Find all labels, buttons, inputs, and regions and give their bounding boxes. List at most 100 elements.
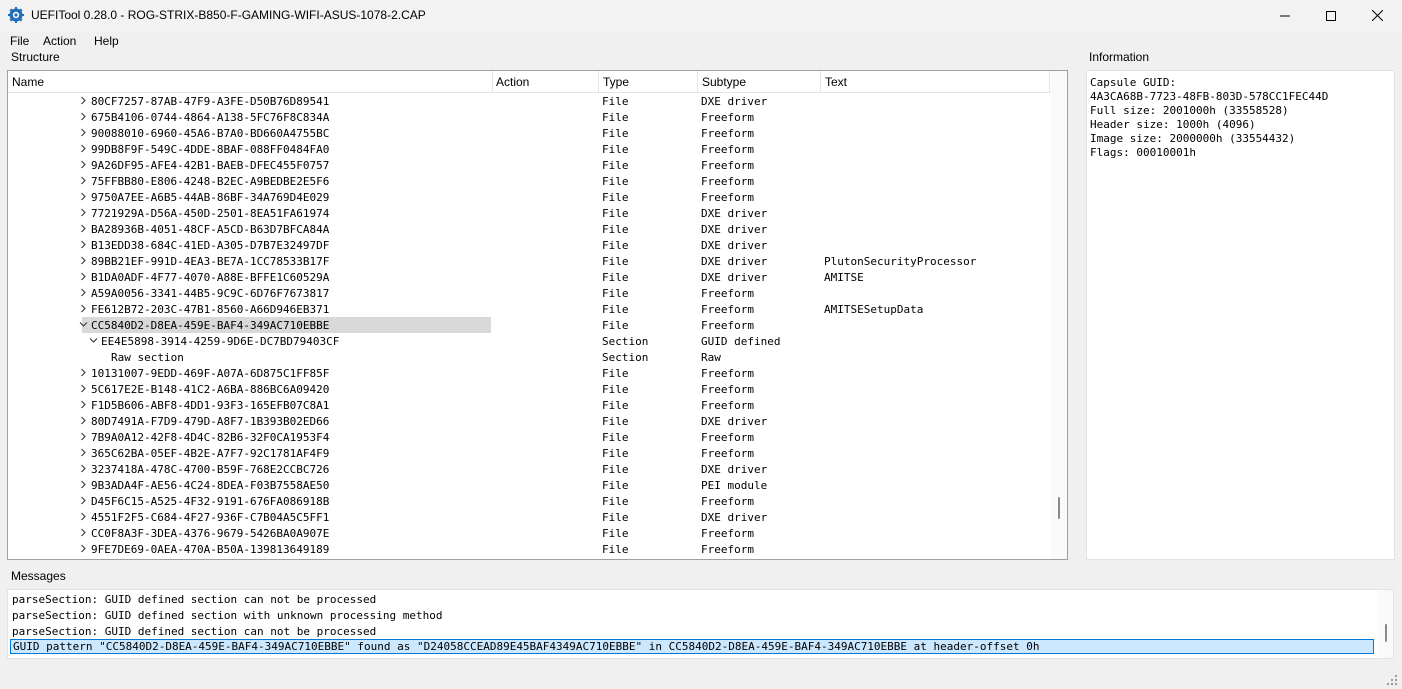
tree-row[interactable]: FE612B72-203C-47B1-8560-A66D946EB371 File… xyxy=(8,301,1051,317)
chevron-right-icon[interactable] xyxy=(79,416,88,425)
chevron-right-icon[interactable] xyxy=(79,144,88,153)
row-subtype: Freeform xyxy=(701,495,754,508)
column-divider[interactable] xyxy=(492,71,493,92)
tree-row[interactable]: 80D7491A-F7D9-479D-A8F7-1B393B02ED66 File… xyxy=(8,413,1051,429)
message-item[interactable]: parseSection: GUID defined section can n… xyxy=(12,625,376,638)
chevron-right-icon[interactable] xyxy=(79,512,88,521)
chevron-right-icon[interactable] xyxy=(79,96,88,105)
row-subtype: DXE driver xyxy=(701,511,768,524)
maximize-button[interactable] xyxy=(1308,0,1354,31)
chevron-right-icon[interactable] xyxy=(79,288,88,297)
chevron-right-icon[interactable] xyxy=(79,160,88,169)
tree-row[interactable]: EE4E5898-3914-4259-9D6E-DC7BD79403CF Sect… xyxy=(8,333,1051,349)
menu-action[interactable]: Action xyxy=(43,34,76,48)
chevron-right-icon[interactable] xyxy=(79,464,88,473)
column-header-action[interactable]: Action xyxy=(496,75,529,89)
tree-row[interactable]: CC0F8A3F-3DEA-4376-9679-5426BA0A907E File… xyxy=(8,525,1051,541)
chevron-right-icon[interactable] xyxy=(79,224,88,233)
selected-message-item[interactable]: GUID pattern "CC5840D2-D8EA-459E-BAF4-34… xyxy=(10,639,1374,654)
tree-row[interactable]: 9FE7DE69-0AEA-470A-B50A-139813649189 File… xyxy=(8,541,1051,557)
chevron-right-icon[interactable] xyxy=(79,496,88,505)
chevron-right-icon[interactable] xyxy=(79,528,88,537)
tree-row[interactable]: 9B3ADA4F-AE56-4C24-8DEA-F03B7558AE50 File… xyxy=(8,477,1051,493)
tree-row[interactable]: 3237418A-478C-4700-B59F-768E2CCBC726 File… xyxy=(8,461,1051,477)
column-header-text[interactable]: Text xyxy=(825,75,847,89)
tree-row[interactable]: Raw section Section Raw xyxy=(8,349,1051,365)
column-divider[interactable] xyxy=(820,71,821,92)
row-name: CC0F8A3F-3DEA-4376-9679-5426BA0A907E xyxy=(91,527,330,540)
tree-row[interactable]: 90088010-6960-45A6-B7A0-BD660A4755BC File… xyxy=(8,125,1051,141)
column-header-subtype[interactable]: Subtype xyxy=(702,75,746,89)
row-type: File xyxy=(602,143,629,156)
tree-row[interactable]: B1DA0ADF-4F77-4070-A88E-BFFE1C60529A File… xyxy=(8,269,1051,285)
tree-row[interactable]: 675B4106-0744-4864-A138-5FC76F8C834A File… xyxy=(8,109,1051,125)
chevron-right-icon[interactable] xyxy=(79,400,88,409)
tree-row[interactable]: D45F6C15-A525-4F32-9191-676FA086918B File… xyxy=(8,493,1051,509)
tree-row[interactable]: A59A0056-3341-44B5-9C9C-6D76F7673817 File… xyxy=(8,285,1051,301)
chevron-right-icon[interactable] xyxy=(79,272,88,281)
row-subtype: Freeform xyxy=(701,159,754,172)
chevron-right-icon[interactable] xyxy=(79,208,88,217)
menu-file[interactable]: File xyxy=(10,34,29,48)
tree-row[interactable]: 80CF7257-87AB-47F9-A3FE-D50B76D89541 File… xyxy=(8,93,1051,109)
row-subtype: DXE driver xyxy=(701,207,768,220)
tree-row[interactable]: 9750A7EE-A6B5-44AB-86BF-34A769D4E029 File… xyxy=(8,189,1051,205)
column-header-type[interactable]: Type xyxy=(603,75,629,89)
column-header-name[interactable]: Name xyxy=(12,75,44,89)
chevron-down-icon[interactable] xyxy=(79,320,88,329)
chevron-down-icon[interactable] xyxy=(89,336,98,345)
tree-row[interactable]: F1D5B606-ABF8-4DD1-93F3-165EFB07C8A1 File… xyxy=(8,397,1051,413)
row-subtype: Freeform xyxy=(701,287,754,300)
tree-row[interactable]: 7721929A-D56A-450D-2501-8EA51FA61974 File… xyxy=(8,205,1051,221)
tree-row[interactable]: 89BB21EF-991D-4EA3-BE7A-1CC78533B17F File… xyxy=(8,253,1051,269)
size-grip-icon[interactable] xyxy=(1384,672,1398,686)
chevron-right-icon[interactable] xyxy=(79,128,88,137)
messages-list[interactable]: parseSection: GUID defined section can n… xyxy=(7,589,1394,659)
messages-scrollbar[interactable] xyxy=(1378,590,1393,658)
chevron-right-icon[interactable] xyxy=(79,384,88,393)
tree-row[interactable]: BA28936B-4051-48CF-A5CD-B63D7BFCA84A File… xyxy=(8,221,1051,237)
chevron-right-icon[interactable] xyxy=(79,112,88,121)
column-divider[interactable] xyxy=(1049,71,1050,92)
chevron-right-icon[interactable] xyxy=(79,240,88,249)
tree-row[interactable]: 10131007-9EDD-469F-A07A-6D875C1FF85F File… xyxy=(8,365,1051,381)
tree-row[interactable]: 7B9A0A12-42F8-4D4C-82B6-32F0CA1953F4 File… xyxy=(8,429,1051,445)
row-subtype: Raw xyxy=(701,351,721,364)
menu-help[interactable]: Help xyxy=(94,34,119,48)
tree-row[interactable]: 5C617E2E-B148-41C2-A6BA-886BC6A09420 File… xyxy=(8,381,1051,397)
message-item[interactable]: parseSection: GUID defined section can n… xyxy=(12,593,376,606)
chevron-right-icon[interactable] xyxy=(79,448,88,457)
tree-row[interactable]: 9A26DF95-AFE4-42B1-BAEB-DFEC455F0757 File… xyxy=(8,157,1051,173)
row-subtype: DXE driver xyxy=(701,463,768,476)
chevron-right-icon[interactable] xyxy=(79,368,88,377)
row-text: AMITSE xyxy=(824,271,864,284)
message-item[interactable]: parseSection: GUID defined section with … xyxy=(12,609,442,622)
chevron-right-icon[interactable] xyxy=(79,480,88,489)
row-subtype: Freeform xyxy=(701,431,754,444)
minimize-button[interactable] xyxy=(1262,0,1308,31)
chevron-right-icon[interactable] xyxy=(79,544,88,553)
tree-row[interactable]: 4551F2F5-C684-4F27-936F-C7B04A5C5FF1 File… xyxy=(8,509,1051,525)
tree-row[interactable]: CC5840D2-D8EA-459E-BAF4-349AC710EBBE File… xyxy=(8,317,1051,333)
title-bar: UEFITool 0.28.0 - ROG-STRIX-B850-F-GAMIN… xyxy=(0,0,1402,31)
chevron-right-icon[interactable] xyxy=(79,304,88,313)
structure-group-label: Structure xyxy=(11,50,60,64)
chevron-right-icon[interactable] xyxy=(79,432,88,441)
close-button[interactable] xyxy=(1354,0,1400,31)
close-icon xyxy=(1371,10,1383,21)
tree-row[interactable]: 365C62BA-05EF-4B2E-A7F7-92C1781AF4F9 File… xyxy=(8,445,1051,461)
scrollbar-thumb[interactable] xyxy=(1058,497,1060,519)
structure-tree[interactable]: Name Action Type Subtype Text 80CF7257-8… xyxy=(7,70,1068,560)
structure-scrollbar[interactable] xyxy=(1051,71,1067,559)
chevron-right-icon[interactable] xyxy=(79,256,88,265)
chevron-right-icon[interactable] xyxy=(79,192,88,201)
row-name: 7721929A-D56A-450D-2501-8EA51FA61974 xyxy=(91,207,330,220)
column-divider[interactable] xyxy=(598,71,599,92)
tree-row[interactable]: 75FFBB80-E806-4248-B2EC-A9BEDBE2E5F6 File… xyxy=(8,173,1051,189)
scrollbar-thumb[interactable] xyxy=(1385,624,1387,642)
tree-row[interactable]: B13EDD38-684C-41ED-A305-D7B7E32497DF File… xyxy=(8,237,1051,253)
tree-row[interactable]: 99DB8F9F-549C-4DDE-8BAF-088FF0484FA0 File… xyxy=(8,141,1051,157)
row-subtype: Freeform xyxy=(701,303,754,316)
column-divider[interactable] xyxy=(697,71,698,92)
chevron-right-icon[interactable] xyxy=(79,176,88,185)
